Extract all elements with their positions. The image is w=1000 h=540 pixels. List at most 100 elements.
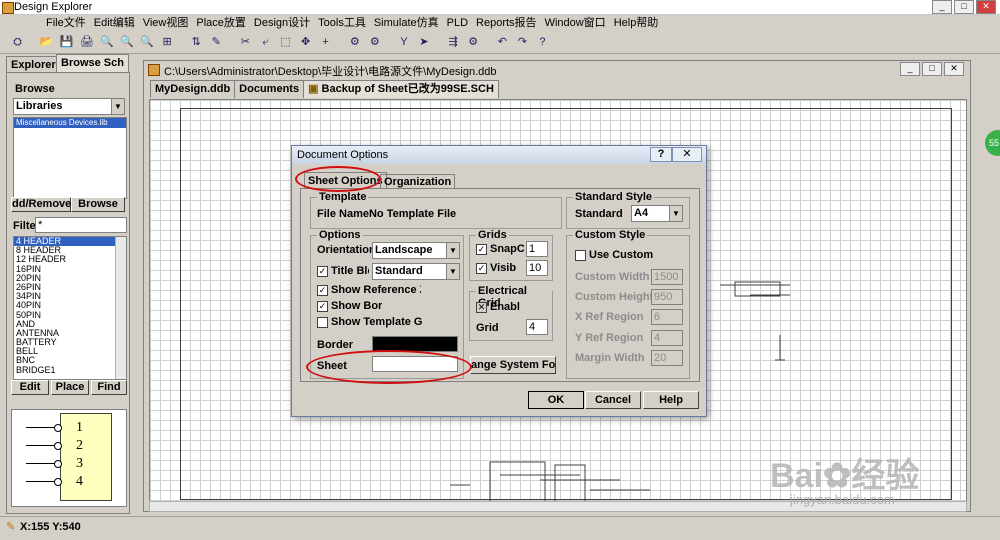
pointer-icon[interactable]: ➤: [417, 35, 432, 50]
undo-icon[interactable]: ↶: [495, 35, 510, 50]
coordinates-readout: X:155 Y:540: [20, 521, 81, 533]
open-icon[interactable]: 📂: [39, 35, 54, 50]
close-button[interactable]: ✕: [976, 0, 996, 14]
doc-close-button[interactable]: ✕: [944, 62, 964, 76]
tab-mydesign[interactable]: MyDesign.ddb: [150, 80, 236, 98]
custom-height-input[interactable]: 950: [651, 289, 683, 305]
snap-checkbox[interactable]: ✓: [476, 244, 487, 255]
probe-icon[interactable]: Y: [396, 35, 411, 50]
zoom-fit-icon[interactable]: ⊞: [160, 35, 175, 50]
margin-width-input[interactable]: 20: [651, 350, 683, 366]
menu-pld[interactable]: PLD: [443, 15, 472, 31]
use-custom-label: Use Custom: [589, 249, 654, 261]
edit-pencil-icon[interactable]: ✎: [209, 35, 224, 50]
library-item[interactable]: Miscellaneous Devices.lib: [14, 118, 126, 128]
electrical-grid-input[interactable]: 4: [526, 319, 548, 335]
add-remove-button[interactable]: dd/Remove: [11, 197, 71, 212]
tab-backup-sheet[interactable]: ▣ Backup of Sheet已改为99SE.SCH: [303, 80, 499, 98]
status-bar: ✎ X:155 Y:540: [0, 516, 1000, 540]
place-button[interactable]: Place: [51, 380, 89, 395]
menu-help[interactable]: Help帮助: [610, 15, 663, 31]
save-icon[interactable]: 💾: [59, 35, 74, 50]
title-block-combo[interactable]: Standard ▼: [372, 263, 460, 280]
custom-width-input[interactable]: 1500: [651, 269, 683, 285]
select-area-icon[interactable]: ⬚: [278, 35, 293, 50]
menu-edit[interactable]: Edit编辑: [90, 15, 139, 31]
edit-button[interactable]: Edit: [11, 380, 49, 395]
snap-input[interactable]: 1: [526, 241, 548, 257]
chevron-down-icon[interactable]: ▼: [669, 206, 682, 221]
visible-checkbox[interactable]: ✓: [476, 263, 487, 274]
change-system-font-button[interactable]: ange System Fo: [470, 356, 556, 374]
hierarchy-icon[interactable]: ⇅: [189, 35, 204, 50]
watermark-logo: Bai✿经验: [770, 448, 919, 497]
component-list[interactable]: 4 HEADER 8 HEADER 12 HEADER 16PIN 20PIN 26PIN…: [13, 236, 127, 380]
menu-window[interactable]: Window窗口: [541, 15, 610, 31]
zoom-area-icon[interactable]: 🔍: [140, 35, 155, 50]
chevron-down-icon[interactable]: ▼: [446, 243, 459, 258]
zoom-in-icon[interactable]: 🔍: [99, 35, 114, 50]
help-button[interactable]: Help: [643, 391, 699, 409]
title-block-checkbox[interactable]: ✓: [317, 266, 328, 277]
component-list-item[interactable]: BRIDGE1: [14, 365, 126, 375]
browse-button[interactable]: Browse: [71, 197, 125, 212]
ok-button[interactable]: OK: [528, 391, 584, 409]
settings-icon[interactable]: ⚙: [466, 35, 481, 50]
component-icon[interactable]: ⚙: [367, 35, 382, 50]
help-icon[interactable]: ?: [535, 35, 550, 50]
library-list[interactable]: Miscellaneous Devices.lib: [13, 117, 127, 199]
browse-combo[interactable]: Libraries ▼: [13, 98, 125, 115]
electrical-grid-group: Electrical Grid ✕ Enabl Grid 4: [469, 285, 553, 341]
menu-place[interactable]: Place放置: [192, 15, 250, 31]
chevron-down-icon[interactable]: ▼: [446, 264, 459, 279]
show-reference-checkbox[interactable]: ✓: [317, 285, 328, 296]
tab-documents[interactable]: Documents: [234, 80, 305, 98]
find-button[interactable]: Find: [91, 380, 127, 395]
border-color-label: Border: [317, 339, 354, 351]
component-preview: 1 2 3 4: [11, 409, 127, 507]
redo-icon[interactable]: ↷: [515, 35, 530, 50]
document-tabs: MyDesign.ddb Documents ▣ Backup of Sheet已改…: [150, 80, 499, 98]
show-template-checkbox[interactable]: [317, 317, 328, 328]
filter-input[interactable]: *: [35, 217, 127, 233]
tab-browse-sch[interactable]: Browse Sch: [56, 54, 129, 72]
doc-maximize-button[interactable]: □: [922, 62, 942, 76]
zoom-out-icon[interactable]: 🔍: [119, 35, 134, 50]
use-custom-checkbox[interactable]: [575, 250, 586, 261]
explorer-toggle-icon[interactable]: ⛭: [10, 35, 25, 50]
netlist-icon[interactable]: ⇶: [446, 35, 461, 50]
menu-reports[interactable]: Reports报告: [472, 15, 541, 31]
preview-pin-number: 3: [76, 456, 83, 471]
paste-icon[interactable]: ⤶: [258, 35, 273, 50]
chevron-down-icon[interactable]: ▼: [111, 99, 124, 114]
dialog-title: Document Options: [297, 149, 389, 161]
menu-view[interactable]: View视图: [139, 15, 193, 31]
standard-combo[interactable]: A4 ▼: [631, 205, 683, 222]
x-ref-region-input[interactable]: 6: [651, 309, 683, 325]
show-border-checkbox[interactable]: ✓: [317, 301, 328, 312]
maximize-button[interactable]: □: [954, 0, 974, 14]
orientation-combo[interactable]: Landscape ▼: [372, 242, 460, 259]
minimize-button[interactable]: _: [932, 0, 952, 14]
side-badge[interactable]: 55: [985, 130, 1000, 156]
print-icon[interactable]: 🖨: [79, 35, 94, 50]
menu-tools[interactable]: Tools工具: [314, 15, 370, 31]
cancel-button[interactable]: Cancel: [585, 391, 641, 409]
tab-organization[interactable]: Organization: [380, 174, 456, 189]
doc-minimize-button[interactable]: _: [900, 62, 920, 76]
cross-icon[interactable]: +: [318, 35, 333, 50]
library-icon[interactable]: ⚙: [347, 35, 362, 50]
menu-simulate[interactable]: Simulate仿真: [370, 15, 443, 31]
move-icon[interactable]: ✥: [298, 35, 313, 50]
custom-width-label: Custom Width: [575, 271, 650, 283]
menu-design[interactable]: Design设计: [250, 15, 314, 31]
cut-icon[interactable]: ✂: [238, 35, 253, 50]
electrical-enable-checkbox[interactable]: ✕: [476, 302, 487, 313]
component-scrollbar[interactable]: [115, 237, 126, 379]
visible-input[interactable]: 10: [526, 260, 548, 276]
template-file-label: File NameNo Template File: [317, 208, 456, 220]
dialog-help-button[interactable]: ?: [650, 147, 672, 162]
y-ref-region-input[interactable]: 4: [651, 330, 683, 346]
menu-file[interactable]: File文件: [42, 15, 90, 31]
dialog-close-button[interactable]: ✕: [672, 147, 702, 162]
